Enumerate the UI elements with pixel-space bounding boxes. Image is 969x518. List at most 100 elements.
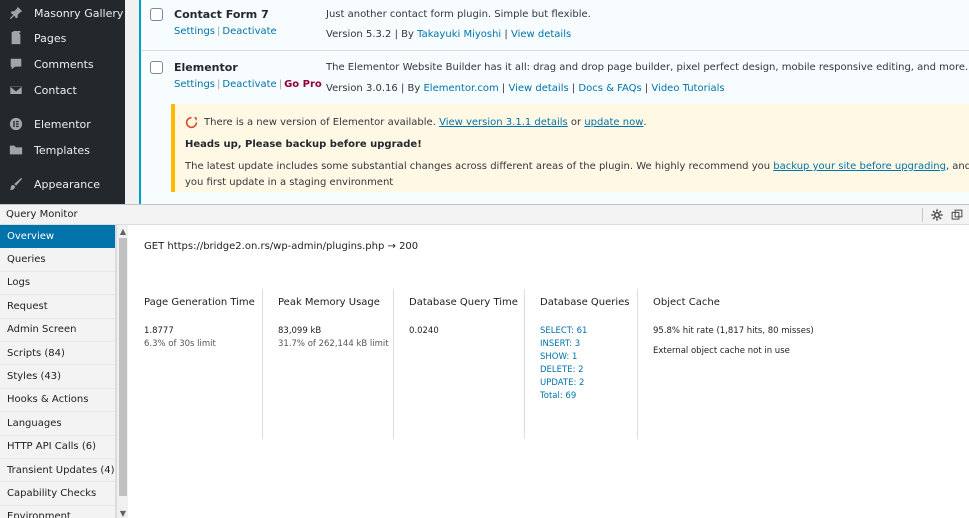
sidebar-item-label: Masonry Gallery [34, 6, 124, 20]
qm-nav: Overview Queries Logs Request Admin Scre… [0, 225, 116, 518]
deactivate-link[interactable]: Deactivate [222, 26, 276, 37]
pin-icon [8, 5, 24, 21]
update-icon [185, 116, 198, 129]
column-value: 95.8% hit rate (1,817 hits, 80 misses) [653, 326, 814, 336]
query-type-select-link[interactable]: SELECT: 61 [540, 326, 637, 336]
column-heading: Object Cache [653, 297, 720, 308]
sidebar-item-elementor[interactable]: Elementor [0, 111, 125, 137]
settings-link[interactable]: Settings [174, 26, 215, 37]
column-note: External object cache not in use [653, 346, 790, 356]
docs-faqs-link[interactable]: Docs & FAQs [578, 83, 641, 94]
object-cache-column: Object Cache 95.8% hit rate (1,817 hits,… [637, 289, 969, 439]
video-tutorials-link[interactable]: Video Tutorials [651, 83, 724, 94]
view-details-link[interactable]: View details [508, 83, 568, 94]
column-heading: Peak Memory Usage [278, 297, 380, 308]
notice-text: The latest update includes some substant… [185, 161, 969, 172]
scroll-up-icon[interactable]: ▲ [117, 225, 129, 237]
qm-nav-transient-updates[interactable]: Transient Updates (4) [0, 459, 115, 483]
qm-nav-admin-screen[interactable]: Admin Screen [0, 319, 115, 342]
qm-nav-queries[interactable]: Queries [0, 248, 115, 272]
query-type-delete-link[interactable]: DELETE: 2 [540, 365, 637, 375]
deactivate-link[interactable]: Deactivate [222, 79, 276, 90]
sidebar-item-templates[interactable]: Templates [0, 137, 125, 163]
sidebar-item-comments[interactable]: Comments [0, 51, 125, 77]
qm-nav-request[interactable]: Request [0, 295, 115, 319]
plugin-description: The Elementor Website Builder has it all… [326, 62, 969, 73]
elementor-icon [8, 116, 24, 132]
sidebar-item-label: Pages [34, 31, 67, 45]
pages-icon [8, 30, 24, 46]
plugin-actions: Settings | Deactivate [174, 26, 277, 37]
column-heading: Page Generation Time [144, 297, 255, 308]
database-queries-column: Database Queries SELECT: 61 INSERT: 3 SH… [524, 289, 637, 439]
sidebar-item-contact[interactable]: Contact [0, 77, 125, 103]
backup-link[interactable]: backup your site before upgrading [773, 161, 946, 172]
sidebar-item-label: Templates [34, 143, 90, 157]
qm-nav-scripts[interactable]: Scripts (84) [0, 342, 115, 366]
qm-nav-languages[interactable]: Languages [0, 412, 115, 436]
update-available-line: There is a new version of Elementor avai… [185, 116, 647, 129]
plugin-meta: Version 3.0.16 | By Elementor.com | View… [326, 83, 725, 94]
plugin-checkbox[interactable] [150, 61, 163, 74]
qm-nav-capability-checks[interactable]: Capability Checks [0, 482, 115, 506]
request-line: GET https://bridge2.on.rs/wp-admin/plugi… [144, 241, 419, 252]
plugin-actions: Settings | Deactivate | Go Pro [174, 79, 322, 90]
query-type-show-link[interactable]: SHOW: 1 [540, 352, 637, 362]
qm-nav-overview[interactable]: Overview [0, 225, 115, 249]
column-subvalue: 6.3% of 30s limit [144, 339, 216, 349]
mail-icon [8, 82, 24, 98]
sidebar-item-appearance[interactable]: Appearance [0, 171, 125, 197]
column-subvalue: 31.7% of 262,144 kB limit [278, 339, 389, 349]
scrollbar-thumb[interactable] [119, 238, 127, 496]
author-link[interactable]: Takayuki Miyoshi [417, 29, 501, 40]
scroll-down-icon[interactable]: ▼ [117, 507, 129, 518]
qm-nav-logs[interactable]: Logs [0, 272, 115, 296]
notice-heading: Heads up, Please backup before upgrade! [185, 139, 422, 150]
database-query-time-column: Database Query Time 0.0240 [393, 289, 524, 439]
peak-memory-column: Peak Memory Usage 83,099 kB 31.7% of 262… [262, 289, 393, 439]
pop-out-icon[interactable] [949, 207, 965, 223]
view-details-link[interactable]: View details [511, 29, 571, 40]
column-value: 83,099 kB [278, 326, 322, 336]
update-notice: There is a new version of Elementor avai… [171, 104, 969, 192]
sidebar-item-label: Contact [34, 83, 77, 97]
query-monitor-panel: Query Monitor Overview Queries Logs Requ… [0, 204, 969, 518]
qm-nav-hooks-actions[interactable]: Hooks & Actions [0, 389, 115, 413]
column-heading: Database Queries [540, 297, 630, 308]
plugin-name: Contact Form 7 [174, 8, 269, 21]
page-generation-time-column: Page Generation Time 1.8777 6.3% of 30s … [129, 289, 262, 439]
qm-title: Query Monitor [6, 209, 78, 220]
author-link[interactable]: Elementor.com [423, 83, 498, 94]
plugin-meta: Version 5.3.2 | By Takayuki Miyoshi | Vi… [326, 29, 572, 40]
qm-nav-styles[interactable]: Styles (43) [0, 365, 115, 389]
brush-icon [8, 176, 24, 192]
qm-title-controls [922, 205, 969, 225]
sidebar-item-label: Elementor [34, 117, 91, 131]
admin-sidebar: Masonry Gallery Pages Comments Contact E… [0, 0, 125, 204]
query-total-link[interactable]: Total: 69 [540, 391, 637, 401]
query-type-insert-link[interactable]: INSERT: 3 [540, 339, 637, 349]
sidebar-item-masonry-gallery[interactable]: Masonry Gallery [0, 0, 125, 26]
sidebar-item-label: Appearance [34, 177, 101, 191]
qm-overview-content: GET https://bridge2.on.rs/wp-admin/plugi… [129, 225, 969, 518]
qm-nav-http-api-calls[interactable]: HTTP API Calls (6) [0, 436, 115, 459]
update-now-link[interactable]: update now [584, 117, 643, 128]
query-type-update-link[interactable]: UPDATE: 2 [540, 378, 637, 388]
settings-link[interactable]: Settings [174, 79, 215, 90]
gear-icon[interactable] [929, 207, 945, 223]
sidebar-item-pages[interactable]: Pages [0, 25, 125, 51]
qm-nav-environment[interactable]: Environment [0, 506, 115, 518]
sidebar-item-label: Comments [34, 57, 94, 71]
qm-title-bar[interactable]: Query Monitor [0, 205, 969, 225]
plugin-checkbox[interactable] [150, 8, 163, 21]
column-heading: Database Query Time [409, 297, 518, 308]
go-pro-link[interactable]: Go Pro [284, 79, 322, 90]
plugin-row-contact-form-7: Contact Form 7 Settings | Deactivate Just … [141, 0, 969, 50]
divider [922, 208, 923, 222]
column-value: 0.0240 [409, 326, 439, 336]
view-version-details-link[interactable]: View version 3.1.1 details [439, 117, 568, 128]
comments-icon [8, 56, 24, 72]
plugin-name: Elementor [174, 61, 238, 74]
folder-icon [8, 142, 24, 158]
qm-nav-scrollbar[interactable]: ▲ ▼ [116, 225, 128, 518]
